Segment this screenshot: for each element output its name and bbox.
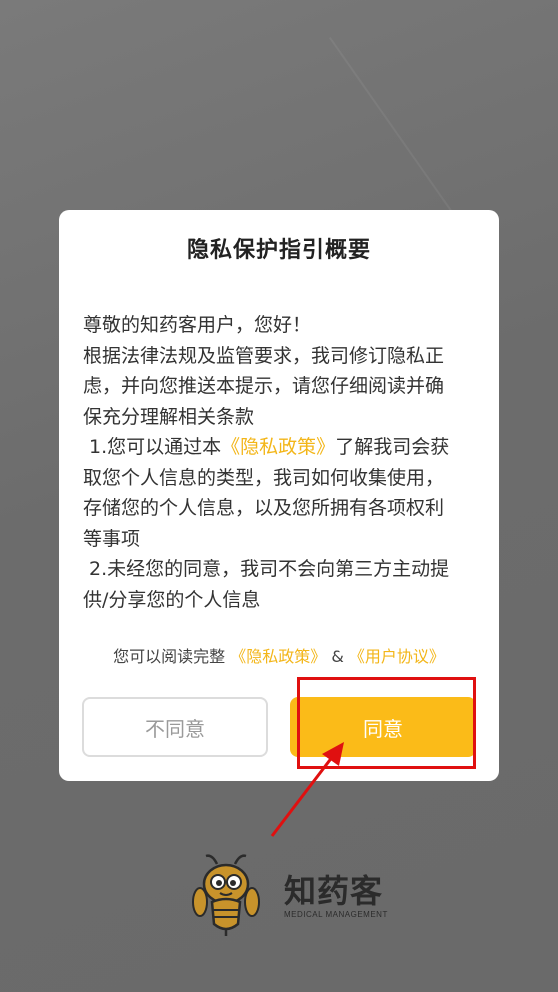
greeting-text: 尊敬的知药客用户，您好！ — [83, 314, 312, 336]
app-logo: 知药客 MEDICAL MANAGEMENT — [190, 850, 400, 940]
logo-subtitle: MEDICAL MANAGEMENT — [284, 910, 388, 919]
footer-ampersand: & — [331, 647, 344, 666]
item2-line: 2.未经您的同意，我司不会向第三方主动提 — [83, 558, 450, 580]
item1-line: 存储您的个人信息，以及您所拥有各项权利 — [83, 497, 445, 519]
item1-prefix: 1.您可以通过本 — [83, 436, 222, 458]
dialog-body: 尊敬的知药客用户，您好！ 根据法律法规及监管要求，我司修订隐私正 虑，并向您推送… — [83, 310, 481, 615]
dialog-title: 隐私保护指引概要 — [186, 238, 371, 263]
intro-line: 保充分理解相关条款 — [83, 405, 255, 428]
intro-line: 根据法律法规及监管要求，我司修订隐私正 — [83, 344, 445, 367]
item2-line: 供/分享您的个人信息 — [83, 588, 261, 611]
footer-user-agreement-link[interactable]: 《用户协议》 — [349, 647, 445, 666]
item1-first-line: 1.您可以通过本《隐私政策》了解我司会获 — [83, 432, 481, 463]
footer-prefix: 您可以阅读完整 — [113, 647, 226, 666]
logo-name: 知药客 — [284, 872, 384, 910]
intro-line: 虑，并向您推送本提示，请您仔细阅读并确 — [83, 375, 445, 397]
annotation-highlight-box — [297, 677, 476, 769]
item1-line: 取您个人信息的类型，我司如何收集使用， — [83, 466, 445, 489]
item1-suffix: 了解我司会获 — [335, 436, 450, 458]
footer-links: 您可以阅读完整 《隐私政策》 & 《用户协议》 — [59, 643, 499, 667]
footer-privacy-policy-link[interactable]: 《隐私政策》 — [230, 647, 326, 666]
disagree-button[interactable]: 不同意 — [82, 697, 268, 757]
privacy-policy-link[interactable]: 《隐私政策》 — [221, 436, 335, 458]
item1-line: 等事项 — [83, 527, 141, 550]
bee-mascot-icon — [192, 854, 260, 936]
